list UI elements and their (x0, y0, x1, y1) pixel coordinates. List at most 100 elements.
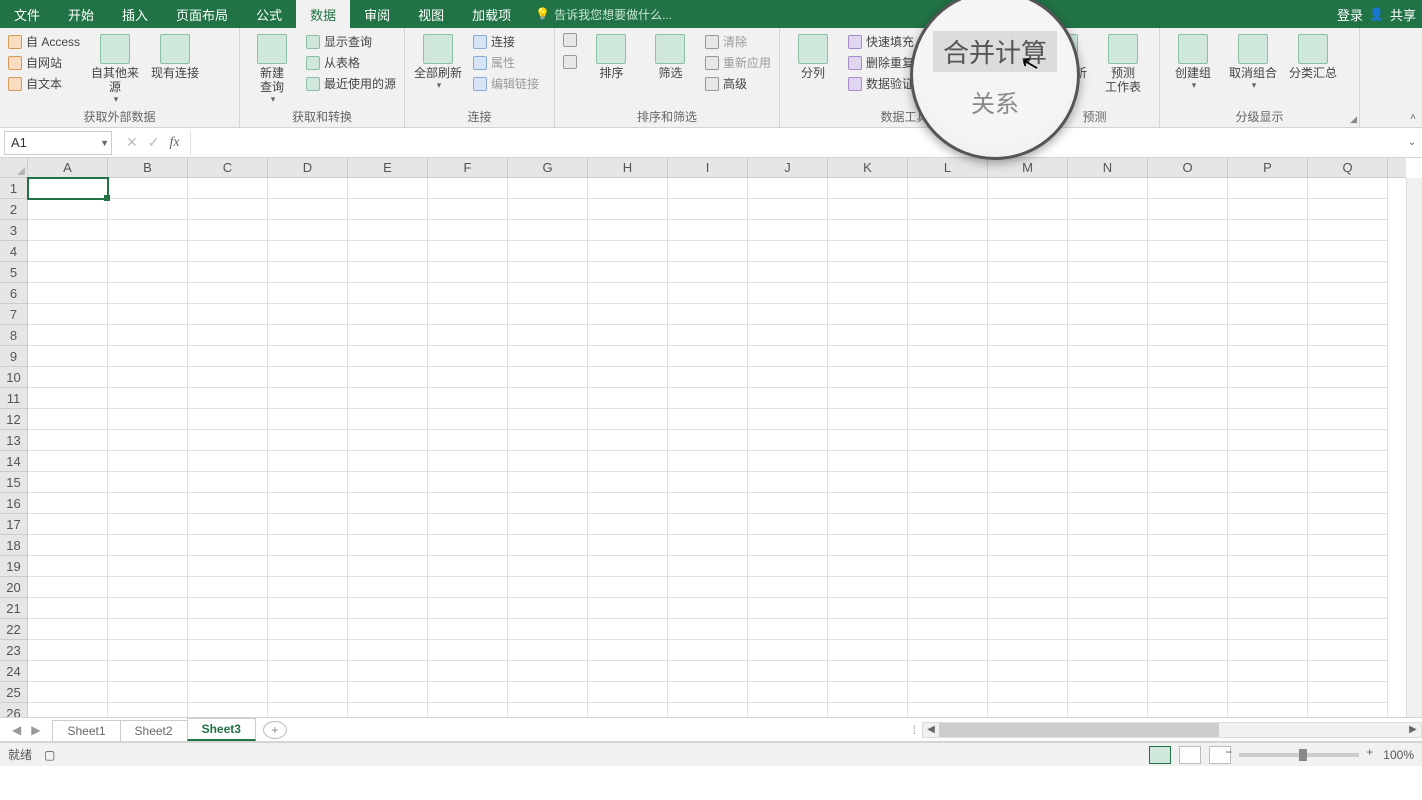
subtotal-button[interactable]: 分类汇总 (1286, 32, 1340, 80)
from-web-button[interactable]: 自网站 (6, 53, 82, 72)
row-header-10[interactable]: 10 (0, 367, 27, 388)
cell-M21[interactable] (988, 598, 1068, 619)
cell-I15[interactable] (668, 472, 748, 493)
cell-L9[interactable] (908, 346, 988, 367)
cell-B20[interactable] (108, 577, 188, 598)
reapply-button[interactable]: 重新应用 (703, 53, 773, 72)
cell-K18[interactable] (828, 535, 908, 556)
cell-J9[interactable] (748, 346, 828, 367)
cell-Q18[interactable] (1308, 535, 1388, 556)
cell-P12[interactable] (1228, 409, 1308, 430)
column-header-E[interactable]: E (348, 158, 428, 177)
cell-G24[interactable] (508, 661, 588, 682)
name-box[interactable]: A1 ▼ (4, 131, 112, 155)
column-header-J[interactable]: J (748, 158, 828, 177)
cell-K22[interactable] (828, 619, 908, 640)
cell-O23[interactable] (1148, 640, 1228, 661)
cell-I18[interactable] (668, 535, 748, 556)
cell-B6[interactable] (108, 283, 188, 304)
cell-O1[interactable] (1148, 178, 1228, 199)
ribbon-tab-开始[interactable]: 开始 (54, 0, 108, 28)
share-button[interactable]: 共享 (1390, 5, 1416, 24)
cell-N26[interactable] (1068, 703, 1148, 718)
row-header-21[interactable]: 21 (0, 598, 27, 619)
cell-J2[interactable] (748, 199, 828, 220)
sheet-tab-Sheet3[interactable]: Sheet3 (187, 718, 256, 741)
cell-B14[interactable] (108, 451, 188, 472)
cell-D15[interactable] (268, 472, 348, 493)
cell-L5[interactable] (908, 262, 988, 283)
cell-D2[interactable] (268, 199, 348, 220)
cell-P3[interactable] (1228, 220, 1308, 241)
column-header-G[interactable]: G (508, 158, 588, 177)
formula-input[interactable] (191, 131, 1402, 155)
cell-E14[interactable] (348, 451, 428, 472)
cell-I21[interactable] (668, 598, 748, 619)
cell-J12[interactable] (748, 409, 828, 430)
cell-L3[interactable] (908, 220, 988, 241)
cell-L12[interactable] (908, 409, 988, 430)
cell-O10[interactable] (1148, 367, 1228, 388)
row-header-9[interactable]: 9 (0, 346, 27, 367)
cell-M26[interactable] (988, 703, 1068, 718)
cell-P13[interactable] (1228, 430, 1308, 451)
cell-E8[interactable] (348, 325, 428, 346)
normal-view-button[interactable] (1149, 746, 1171, 764)
row-header-5[interactable]: 5 (0, 262, 27, 283)
cell-B12[interactable] (108, 409, 188, 430)
cell-Q17[interactable] (1308, 514, 1388, 535)
cell-L7[interactable] (908, 304, 988, 325)
cell-M23[interactable] (988, 640, 1068, 661)
cell-M10[interactable] (988, 367, 1068, 388)
recent-sources-button[interactable]: 最近使用的源 (304, 74, 398, 93)
row-header-7[interactable]: 7 (0, 304, 27, 325)
cell-H3[interactable] (588, 220, 668, 241)
hscroll-right-icon[interactable]: ▶ (1405, 724, 1421, 735)
cell-F2[interactable] (428, 199, 508, 220)
cell-C4[interactable] (188, 241, 268, 262)
cell-G4[interactable] (508, 241, 588, 262)
cell-B10[interactable] (108, 367, 188, 388)
outline-dialog-launcher-icon[interactable]: ◢ (1350, 114, 1357, 125)
cell-H21[interactable] (588, 598, 668, 619)
cell-M18[interactable] (988, 535, 1068, 556)
sheet-nav-prev-icon[interactable]: ◀ (12, 723, 21, 737)
cell-Q24[interactable] (1308, 661, 1388, 682)
cell-D7[interactable] (268, 304, 348, 325)
cell-K12[interactable] (828, 409, 908, 430)
cell-L26[interactable] (908, 703, 988, 718)
cell-H11[interactable] (588, 388, 668, 409)
cell-N15[interactable] (1068, 472, 1148, 493)
cell-N11[interactable] (1068, 388, 1148, 409)
cell-C1[interactable] (188, 178, 268, 199)
cell-D8[interactable] (268, 325, 348, 346)
zoom-knob[interactable] (1299, 749, 1307, 761)
cell-G11[interactable] (508, 388, 588, 409)
new-query-button[interactable]: 新建 查询 (246, 32, 298, 105)
cell-J25[interactable] (748, 682, 828, 703)
cell-O20[interactable] (1148, 577, 1228, 598)
cell-M11[interactable] (988, 388, 1068, 409)
cell-B26[interactable] (108, 703, 188, 718)
row-header-11[interactable]: 11 (0, 388, 27, 409)
cell-M17[interactable] (988, 514, 1068, 535)
cell-E4[interactable] (348, 241, 428, 262)
column-header-L[interactable]: L (908, 158, 988, 177)
cell-O5[interactable] (1148, 262, 1228, 283)
cell-J7[interactable] (748, 304, 828, 325)
cell-G2[interactable] (508, 199, 588, 220)
cell-Q19[interactable] (1308, 556, 1388, 577)
column-header-K[interactable]: K (828, 158, 908, 177)
cell-P11[interactable] (1228, 388, 1308, 409)
cell-B3[interactable] (108, 220, 188, 241)
cell-K1[interactable] (828, 178, 908, 199)
cell-M1[interactable] (988, 178, 1068, 199)
cell-B24[interactable] (108, 661, 188, 682)
cell-D24[interactable] (268, 661, 348, 682)
column-header-D[interactable]: D (268, 158, 348, 177)
cell-I2[interactable] (668, 199, 748, 220)
row-header-15[interactable]: 15 (0, 472, 27, 493)
cell-K2[interactable] (828, 199, 908, 220)
cell-D25[interactable] (268, 682, 348, 703)
tell-me-search[interactable]: 💡 告诉我您想要做什么... (535, 6, 672, 23)
